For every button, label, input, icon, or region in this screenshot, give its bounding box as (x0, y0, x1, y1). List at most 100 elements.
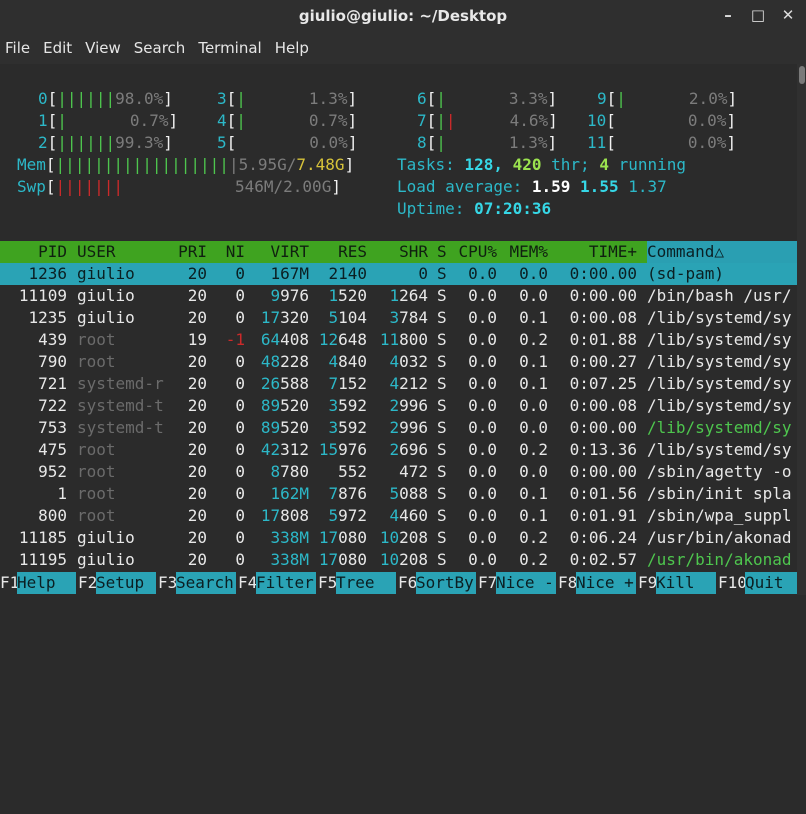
cpu-meter-8: 8[| 1.3%] (417, 133, 558, 152)
res-cell: 15976 (318, 440, 367, 459)
virt-cell: 8780 (270, 462, 309, 481)
col-command[interactable]: Command△ (647, 241, 797, 263)
cpu-id: 2 (38, 133, 48, 152)
col-user[interactable]: USER (77, 241, 116, 263)
menu-help[interactable]: Help (270, 39, 317, 57)
setup-button[interactable]: Setup (96, 572, 156, 594)
table-row[interactable]: 790 root 20 0 48228 4840 4032 S 0.0 0.1 0:00.27/li… (0, 351, 797, 373)
f8-key: F8 (558, 573, 578, 592)
col-time[interactable]: TIME+ (560, 241, 637, 263)
pid-cell: 753 (38, 418, 67, 437)
menu-terminal[interactable]: Terminal (193, 39, 269, 57)
table-row[interactable]: 475 root 20 0 42312 15976 2696 S 0.0 0.2 0:13.36/l… (0, 439, 797, 461)
nice-cell: 0 (235, 374, 245, 393)
virt-cell: 9976 (270, 286, 309, 305)
kill-button[interactable]: Kill (656, 572, 716, 594)
cpu-bar: | (236, 89, 246, 108)
threads-count: 420 (512, 155, 542, 174)
time-cell: 0:00.00 (569, 418, 637, 437)
table-row-selected[interactable]: 1236 giulio 20 0 167M 2140 0 S 0.0 0.0 0:00.00 (sd-… (0, 263, 797, 285)
mem-cell: 0.1 (519, 352, 548, 371)
mem-cell: 0.0 (519, 264, 548, 283)
help-button[interactable]: Help (17, 572, 76, 594)
priority-cell: 20 (187, 418, 207, 437)
table-row[interactable]: 11195 giulio 20 0 338M 17080 10208 S 0.0 0.2 0:02.… (0, 549, 797, 571)
table-row[interactable]: 1235 giulio 20 0 17320 5104 3784 S 0.0 0.1 0:00.08… (0, 307, 797, 329)
menu-edit[interactable]: Edit (38, 39, 80, 57)
cpu-cell: 0.0 (468, 462, 497, 481)
col-mem[interactable]: MEM% (500, 241, 548, 263)
nice-cell: 0 (235, 506, 245, 525)
virt-cell: 42312 (260, 440, 309, 459)
priority-cell: 20 (187, 506, 207, 525)
mem-cell: 0.2 (519, 550, 548, 569)
f9-key: F9 (638, 573, 658, 592)
cpu-cell: 0.0 (468, 418, 497, 437)
menu-search[interactable]: Search (129, 39, 194, 57)
f4-key: F4 (238, 573, 258, 592)
table-row[interactable]: 753 systemd-t 20 0 89520 3592 2996 S 0.0 0.0 0:00.… (0, 417, 797, 439)
cpu-cell: 0.0 (468, 550, 497, 569)
scrollbar-thumb[interactable] (799, 66, 805, 84)
tree-button[interactable]: Tree (336, 572, 396, 594)
command-cell: /sbin/init spla (647, 484, 792, 503)
running-count: 4 (599, 155, 609, 174)
table-row[interactable]: 800 root 20 0 17808 5972 4460 S 0.0 0.1 0:01.91/sb… (0, 505, 797, 527)
maximize-icon[interactable]: □ (748, 4, 768, 26)
virt-cell: 17808 (260, 506, 309, 525)
close-icon[interactable]: ✕ (778, 4, 798, 26)
minimize-icon[interactable]: – (718, 4, 738, 26)
shr-cell: 4032 (389, 352, 428, 371)
nice-plus-button[interactable]: Nice + (576, 572, 636, 594)
table-row[interactable]: 439 root 19 -1 64408 12648 11800 S 0.0 0.2 0:01.88… (0, 329, 797, 351)
user-cell: root (77, 440, 116, 459)
table-row[interactable]: 722 systemd-t 20 0 89520 3592 2996 S 0.0 0.0 0:00.… (0, 395, 797, 417)
state-cell: S (437, 528, 447, 547)
nice-cell: 0 (235, 286, 245, 305)
menu-file[interactable]: File (0, 39, 38, 57)
command-cell: /lib/systemd/sy (647, 374, 792, 393)
col-pri[interactable]: PRI (160, 241, 207, 263)
quit-button[interactable]: Quit (745, 572, 797, 594)
col-res[interactable]: RES (314, 241, 367, 263)
cpu-bar: | (616, 89, 626, 108)
search-button[interactable]: Search (176, 572, 236, 594)
sortby-button[interactable]: SortBy (416, 572, 476, 594)
time-cell: 0:00.00 (569, 286, 637, 305)
command-cell: /lib/systemd/sy (647, 396, 792, 415)
cpu-cell: 0.0 (468, 440, 497, 459)
col-shr[interactable]: SHR (372, 241, 428, 263)
load-1min: 1.59 (531, 177, 571, 196)
cpu-percent: 0.0% (687, 133, 727, 152)
col-ni[interactable]: NI (215, 241, 245, 263)
priority-cell: 20 (187, 440, 207, 459)
state-cell: S (437, 462, 447, 481)
command-cell: /usr/bin/akonad (647, 550, 792, 569)
user-cell: root (77, 506, 116, 525)
col-state[interactable]: S (437, 241, 447, 263)
table-row[interactable]: 721 systemd-r 20 0 26588 7152 4212 S 0.0 0.1 0:07.… (0, 373, 797, 395)
pid-cell: 1235 (28, 308, 67, 327)
col-virt[interactable]: VIRT (250, 241, 309, 263)
priority-cell: 20 (187, 462, 207, 481)
command-cell: /lib/systemd/sy (647, 308, 792, 327)
cpu-bar: | (436, 89, 446, 108)
terminal-scrollbar[interactable] (797, 64, 806, 595)
window-title: giulio@giulio: ~/Desktop (298, 7, 508, 25)
priority-cell: 20 (187, 308, 207, 327)
time-cell: 0:01.88 (569, 330, 637, 349)
res-cell: 17080 (318, 528, 367, 547)
nice-minus-button[interactable]: Nice - (496, 572, 556, 594)
table-row[interactable]: 952 root 20 0 8780 552 472 S 0.0 0.0 0:00.00/sbin/… (0, 461, 797, 483)
table-row[interactable]: 11109 giulio 20 0 9976 1520 1264 S 0.0 0.0 0:00.00… (0, 285, 797, 307)
process-table-header: PID USER PRI NI VIRT RES SHR S CPU% MEM%… (0, 241, 797, 263)
filter-button[interactable]: Filter (256, 572, 316, 594)
table-row[interactable]: 1 root 20 0 162M 7876 5088 S 0.0 0.1 0:01.56/sbin/… (0, 483, 797, 505)
menu-view[interactable]: View (80, 39, 129, 57)
table-row[interactable]: 11185 giulio 20 0 338M 17080 10208 S 0.0 0.2 0:06.… (0, 527, 797, 549)
user-cell: giulio (77, 264, 135, 283)
priority-cell: 20 (187, 286, 207, 305)
col-cpu[interactable]: CPU% (452, 241, 497, 263)
time-cell: 0:01.91 (569, 506, 637, 525)
col-pid[interactable]: PID (0, 241, 67, 263)
